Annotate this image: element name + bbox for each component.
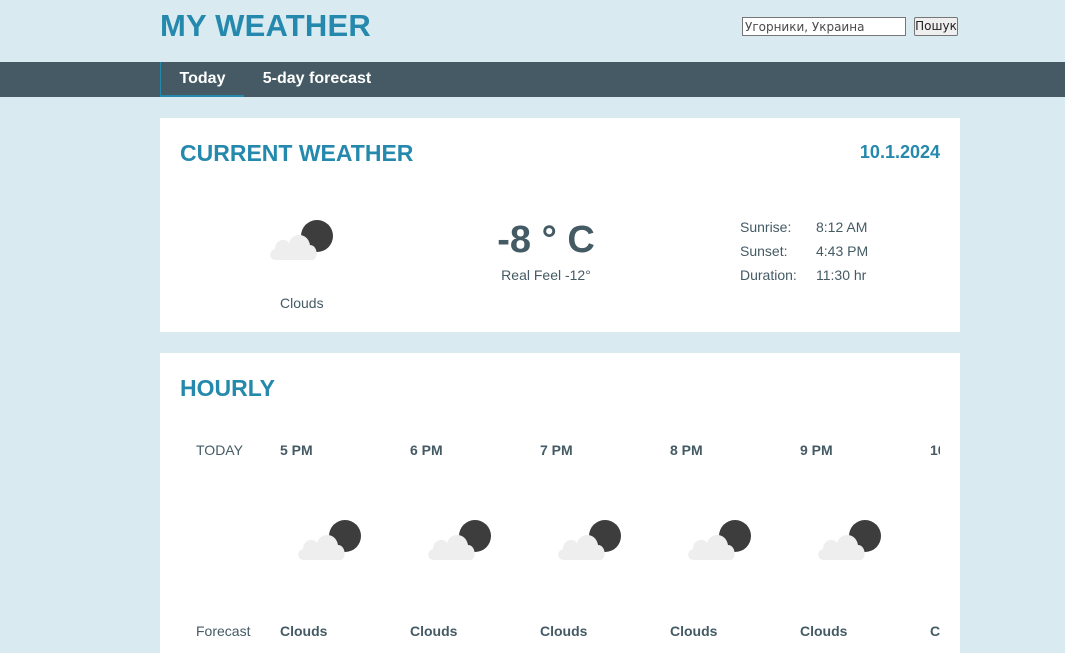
duration-value: 11:30 hr: [816, 267, 867, 283]
cloud-moon-icon: [426, 516, 494, 564]
tab-today[interactable]: Today: [160, 62, 244, 97]
hour-condition: Clouds: [280, 623, 328, 639]
cloud-moon-icon: [268, 216, 336, 264]
header: MY WEATHER Пошук: [0, 0, 1065, 62]
search-button[interactable]: Пошук: [914, 17, 958, 36]
sunrise-row: Sunrise: 8:12 AM: [740, 219, 867, 235]
cloud-moon-icon: [816, 516, 884, 564]
hour-condition: Clouds: [410, 623, 458, 639]
hour-condition: Clouds: [540, 623, 588, 639]
hour-time: 6 PM: [410, 442, 443, 458]
tab-5-day-forecast[interactable]: 5-day forecast: [252, 62, 382, 97]
hour-condition: Clouds: [670, 623, 718, 639]
sunset-label: Sunset:: [740, 243, 788, 259]
current-weather-card: CURRENT WEATHER 10.1.2024 Clouds -8 ° C …: [160, 118, 960, 332]
duration-label: Duration:: [740, 267, 797, 283]
real-feel: Real Feel -12°: [501, 267, 591, 283]
row-label-today: TODAY: [196, 442, 243, 458]
hour-time: 8 PM: [670, 442, 703, 458]
sunset-row: Sunset: 4:43 PM: [740, 243, 868, 259]
search-input[interactable]: [742, 17, 906, 36]
current-condition: Clouds: [280, 295, 324, 311]
sunrise-value: 8:12 AM: [816, 219, 868, 235]
cloud-moon-icon: [556, 516, 624, 564]
app-title: MY WEATHER: [160, 8, 371, 43]
sunset-value: 4:43 PM: [816, 243, 869, 259]
current-temperature: -8 ° C: [497, 219, 595, 261]
current-date: 10.1.2024: [859, 142, 940, 162]
hour-time: 9 PM: [800, 442, 833, 458]
duration-row: Duration: 11:30 hr: [740, 267, 866, 283]
nav-bar: Today 5-day forecast: [0, 62, 1065, 97]
cloud-moon-icon: [296, 516, 364, 564]
hour-time: 7 PM: [540, 442, 573, 458]
hour-time: 5 PM: [280, 442, 313, 458]
cloud-moon-icon: [686, 516, 754, 564]
hour-condition: Clouds: [930, 623, 940, 639]
sunrise-label: Sunrise:: [740, 219, 792, 235]
hour-condition: Clouds: [800, 623, 848, 639]
hour-time: 10 PM: [930, 442, 940, 458]
hourly-strip: TODAY Forecast 5 PM Clouds 6 PM Clouds 7…: [160, 353, 940, 653]
row-label-forecast: Forecast: [196, 623, 251, 639]
current-weather-title: CURRENT WEATHER: [180, 140, 414, 166]
hourly-card: HOURLY TODAY Forecast 5 PM Clouds 6 PM C…: [160, 353, 960, 653]
